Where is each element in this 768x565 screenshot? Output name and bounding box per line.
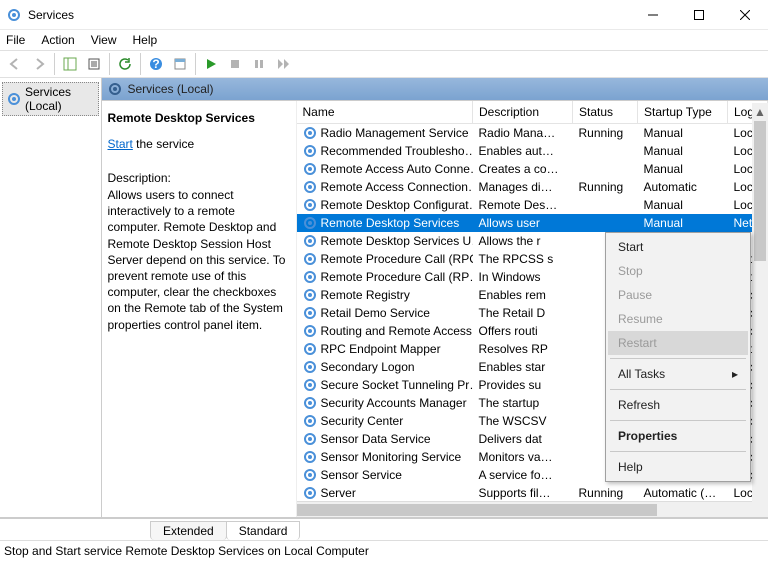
view-tabs: Extended Standard [0,518,768,540]
ctx-pause[interactable]: Pause [608,283,748,307]
gear-icon [303,234,317,248]
properties-button[interactable] [169,53,191,75]
start-service-button[interactable] [200,53,222,75]
gear-icon [303,306,317,320]
gear-icon [108,82,122,96]
context-menu: Start Stop Pause Resume Restart All Task… [605,232,751,482]
toolbar: ? [0,50,768,78]
gear-icon [303,450,317,464]
scroll-thumb[interactable] [297,504,657,516]
ctx-stop[interactable]: Stop [608,259,748,283]
table-row[interactable]: ServerSupports fil…RunningAutomatic (T…L… [297,484,768,502]
column-header[interactable]: Description [473,101,573,124]
back-button[interactable] [4,53,26,75]
ctx-start[interactable]: Start [608,235,748,259]
gear-icon [303,468,317,482]
scroll-thumb[interactable] [754,121,766,261]
gear-icon [303,360,317,374]
start-service-link[interactable]: Start [108,137,133,151]
column-header[interactable]: Status [573,101,638,124]
gear-icon [303,396,317,410]
gear-icon [303,432,317,446]
gear-icon [303,126,317,140]
horizontal-scrollbar[interactable] [297,501,753,517]
gear-icon [303,198,317,212]
ctx-all-tasks[interactable]: All Tasks▸ [608,362,748,386]
gear-icon [303,180,317,194]
nav-label: Services (Local) [25,85,94,113]
stop-service-button[interactable] [224,53,246,75]
menu-action[interactable]: Action [39,31,76,49]
forward-button[interactable] [28,53,50,75]
app-icon [6,7,22,23]
titlebar: Services [0,0,768,30]
ctx-refresh[interactable]: Refresh [608,393,748,417]
ctx-help[interactable]: Help [608,455,748,479]
description-pane: Remote Desktop Services Start the servic… [102,101,297,517]
svg-text:?: ? [152,57,159,71]
pause-service-button[interactable] [248,53,270,75]
tab-standard[interactable]: Standard [226,521,301,540]
export-button[interactable] [83,53,105,75]
tab-extended[interactable]: Extended [150,521,227,540]
gear-icon [7,92,21,106]
minimize-button[interactable] [630,0,676,30]
table-row[interactable]: Remote Desktop ServicesAllows userManual… [297,214,768,232]
table-row[interactable]: Radio Management ServiceRadio Mana…Runni… [297,124,768,143]
list-title-bar: Services (Local) [102,78,768,100]
close-button[interactable] [722,0,768,30]
table-row[interactable]: Recommended Troublesho…Enables aut…Manua… [297,142,768,160]
table-row[interactable]: Remote Access Connection…Manages di…Runn… [297,178,768,196]
show-hide-tree-button[interactable] [59,53,81,75]
menubar: File Action View Help [0,30,768,50]
help-button[interactable]: ? [145,53,167,75]
ctx-resume[interactable]: Resume [608,307,748,331]
scroll-up-icon[interactable]: ▲ [752,103,768,121]
nav-tree: Services (Local) [0,78,102,517]
table-row[interactable]: Remote Desktop Configurat…Remote Des…Man… [297,196,768,214]
refresh-button[interactable] [114,53,136,75]
description-label: Description: [108,171,286,185]
chevron-right-icon: ▸ [732,367,738,381]
gear-icon [303,342,317,356]
selected-service-title: Remote Desktop Services [108,111,286,125]
maximize-button[interactable] [676,0,722,30]
menu-help[interactable]: Help [131,31,160,49]
gear-icon [303,486,317,500]
ctx-properties[interactable]: Properties [608,424,748,448]
column-header[interactable]: Name [297,101,473,124]
vertical-scrollbar[interactable]: ▲ [752,121,768,517]
start-service-link-row: Start the service [108,137,286,151]
list-title: Services (Local) [128,82,214,96]
gear-icon [303,162,317,176]
gear-icon [303,144,317,158]
ctx-restart[interactable]: Restart [608,331,748,355]
gear-icon [303,378,317,392]
table-row[interactable]: Remote Access Auto Conne…Creates a co…Ma… [297,160,768,178]
menu-view[interactable]: View [89,31,119,49]
gear-icon [303,216,317,230]
gear-icon [303,252,317,266]
gear-icon [303,324,317,338]
menu-file[interactable]: File [4,31,27,49]
status-bar: Stop and Start service Remote Desktop Se… [0,540,768,562]
nav-item-services-local[interactable]: Services (Local) [2,82,99,116]
gear-icon [303,414,317,428]
gear-icon [303,288,317,302]
column-header[interactable]: Startup Type [638,101,728,124]
restart-service-button[interactable] [272,53,294,75]
description-text: Allows users to connect interactively to… [108,187,286,333]
gear-icon [303,270,317,284]
window-title: Services [28,8,630,22]
